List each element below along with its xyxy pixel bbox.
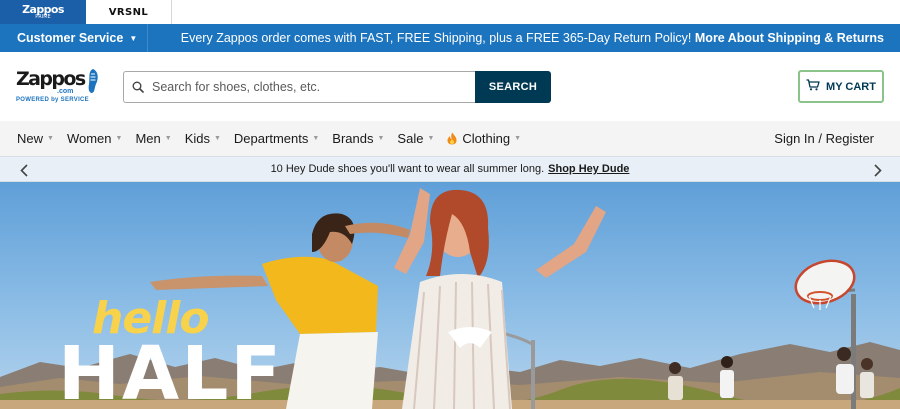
brand-switcher: Zappos PRIME VRSNL	[0, 0, 900, 24]
chevron-down-icon: ▼	[115, 135, 123, 142]
customer-service-label: Customer Service	[17, 31, 124, 45]
nav-item-kids[interactable]: Kids ▼	[185, 131, 221, 146]
nav-item-label: Brands	[332, 131, 374, 146]
search-input[interactable]	[152, 73, 475, 101]
nav-item-men[interactable]: Men ▼	[135, 131, 171, 146]
promo-bar: Customer Service ▼ Every Zappos order co…	[0, 24, 900, 52]
logo-shoe-icon	[88, 69, 98, 93]
vrsnl-brand-tab[interactable]: VRSNL	[86, 0, 172, 24]
my-cart-button[interactable]: MY CART	[798, 70, 884, 103]
announcement-text: 10 Hey Dude shoes you'll want to wear al…	[270, 163, 545, 175]
logo-tagline: POWERED by SERVICE	[16, 97, 89, 103]
chevron-down-icon: ▼	[164, 135, 172, 142]
carousel-next-arrow-icon[interactable]	[870, 161, 886, 179]
chevron-down-icon: ▼	[213, 135, 221, 142]
main-nav: New ▼ Women ▼ Men ▼ Kids ▼ Departments ▼ Bran…	[0, 121, 900, 156]
carousel-prev-arrow-icon[interactable]	[16, 161, 32, 179]
cart-icon	[806, 79, 820, 94]
nav-item-label: Departments	[233, 131, 309, 146]
shipping-promo: Every Zappos order comes with FAST, FREE…	[148, 31, 900, 45]
nav-item-clothing[interactable]: Clothing ▼	[447, 131, 521, 146]
chevron-down-icon: ▼	[377, 135, 385, 142]
flame-icon	[447, 132, 457, 145]
shipping-returns-link[interactable]: More About Shipping & Returns	[695, 31, 884, 45]
chevron-down-icon: ▼	[312, 135, 320, 142]
announcement-carousel: 10 Hey Dude shoes you'll want to wear al…	[0, 156, 900, 182]
nav-item-label: New	[17, 131, 44, 146]
nav-item-new[interactable]: New ▼	[17, 131, 54, 146]
nav-item-label: Clothing	[462, 131, 511, 146]
nav-item-women[interactable]: Women ▼	[67, 131, 123, 146]
chevron-down-icon: ▼	[514, 135, 522, 142]
customer-service-dropdown[interactable]: Customer Service ▼	[0, 24, 148, 52]
nav-item-label: Kids	[184, 131, 210, 146]
zappos-logo[interactable]: Zappos .com POWERED by SERVICE	[16, 68, 100, 106]
search-button[interactable]: SEARCH	[475, 71, 551, 103]
chevron-down-icon: ▼	[47, 135, 54, 142]
shop-hey-dude-link[interactable]: Shop Hey Dude	[548, 163, 629, 175]
nav-item-sale[interactable]: Sale ▼	[397, 131, 434, 146]
search-icon	[124, 72, 152, 102]
site-header: Zappos .com POWERED by SERVICE SEARCH MY…	[0, 52, 900, 121]
hero-headline-half: HALF	[58, 331, 283, 409]
nav-item-brands[interactable]: Brands ▼	[332, 131, 384, 146]
vrsnl-tab-logo: VRSNL	[108, 6, 149, 18]
chevron-down-icon: ▼	[427, 135, 435, 142]
sign-in-register-link[interactable]: Sign In / Register	[774, 121, 874, 156]
nav-item-departments[interactable]: Departments ▼	[234, 131, 319, 146]
zappos-brand-tab[interactable]: Zappos PRIME	[0, 0, 86, 24]
zappos-tab-logo: Zappos PRIME	[22, 2, 64, 20]
cart-label: MY CART	[826, 80, 876, 93]
chevron-down-icon: ▼	[129, 33, 138, 43]
hero-banner[interactable]: hello HALF	[0, 182, 900, 409]
shipping-promo-text: Every Zappos order comes with FAST, FREE…	[180, 31, 692, 45]
search-box	[123, 71, 475, 103]
logo-com: .com	[57, 88, 74, 95]
nav-item-label: Women	[66, 131, 112, 146]
nav-item-label: Men	[135, 131, 161, 146]
nav-item-label: Sale	[397, 131, 424, 146]
logo-wordmark: Zappos	[16, 68, 86, 90]
